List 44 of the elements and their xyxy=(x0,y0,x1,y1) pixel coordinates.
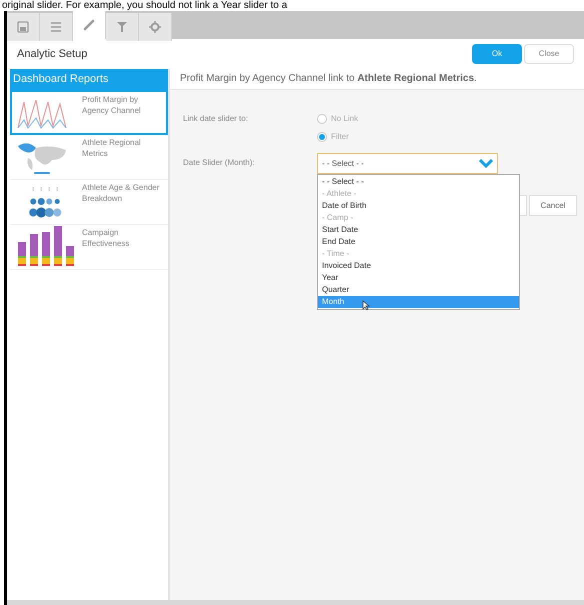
radio-label: No Link xyxy=(331,113,358,125)
select-field[interactable]: - - Select - - xyxy=(317,153,498,174)
report-title: Athlete Age & Gender Breakdown xyxy=(82,182,160,205)
dropdown-option[interactable]: Year xyxy=(318,272,519,284)
tab[interactable] xyxy=(139,13,172,41)
filter-icon xyxy=(116,21,128,33)
dropdown-option[interactable]: Month xyxy=(318,296,519,308)
caption-text: original slider. For example, you should not link a Year slider to a xyxy=(2,0,288,11)
tab[interactable] xyxy=(40,13,73,41)
radio-button[interactable] xyxy=(317,132,327,142)
report-item[interactable]: Profit Margin by Agency Channel xyxy=(10,90,168,135)
dialog-button[interactable]: Close xyxy=(524,44,574,64)
save-icon xyxy=(17,21,29,33)
dropdown-option[interactable]: - Time - xyxy=(318,248,519,260)
dropdown-option[interactable]: End Date xyxy=(318,236,519,248)
bubble-chart-thumbnail xyxy=(28,186,62,218)
dialog-title: Analytic Setup xyxy=(17,46,88,62)
radio-label: Filter xyxy=(331,131,349,143)
slider-label: Date Slider (Month): xyxy=(183,157,256,169)
dropdown-option[interactable]: - Athlete - xyxy=(318,188,519,200)
report-item[interactable]: Campaign Effectiveness xyxy=(10,225,168,270)
radio-button[interactable] xyxy=(317,114,327,124)
report-title: Athlete Regional Metrics xyxy=(82,137,142,160)
report-item[interactable]: Athlete Age & Gender Breakdown xyxy=(10,180,168,225)
report-title: Campaign Effectiveness xyxy=(82,227,130,250)
settings-icon xyxy=(149,21,161,33)
report-title: Profit Margin by Agency Channel xyxy=(82,94,142,117)
dropdown-option[interactable]: Start Date xyxy=(318,224,519,236)
tab[interactable] xyxy=(7,13,40,41)
link-icon xyxy=(83,19,95,31)
tab[interactable] xyxy=(106,13,139,41)
sidebar-title: Dashboard Reports xyxy=(10,69,168,90)
dropdown-option[interactable]: - - Select - - xyxy=(318,176,519,188)
dialog-button[interactable]: Ok xyxy=(472,44,522,64)
link-heading: Profit Margin by Agency Channel link to Athlete Regional Metrics. xyxy=(170,69,584,90)
dropdown-option[interactable]: Date of Birth xyxy=(318,200,519,212)
cancel-button[interactable]: Cancel xyxy=(529,195,577,216)
dropdown-option[interactable]: Invoiced Date xyxy=(318,260,519,272)
report-item[interactable]: Athlete Regional Metrics xyxy=(10,135,168,180)
dropdown-option[interactable]: Quarter xyxy=(318,284,519,296)
list-icon xyxy=(50,21,62,33)
chevron-down-icon xyxy=(479,159,493,168)
dropdown-option[interactable]: - Camp - xyxy=(318,212,519,224)
link-label: Link date slider to: xyxy=(183,113,249,125)
